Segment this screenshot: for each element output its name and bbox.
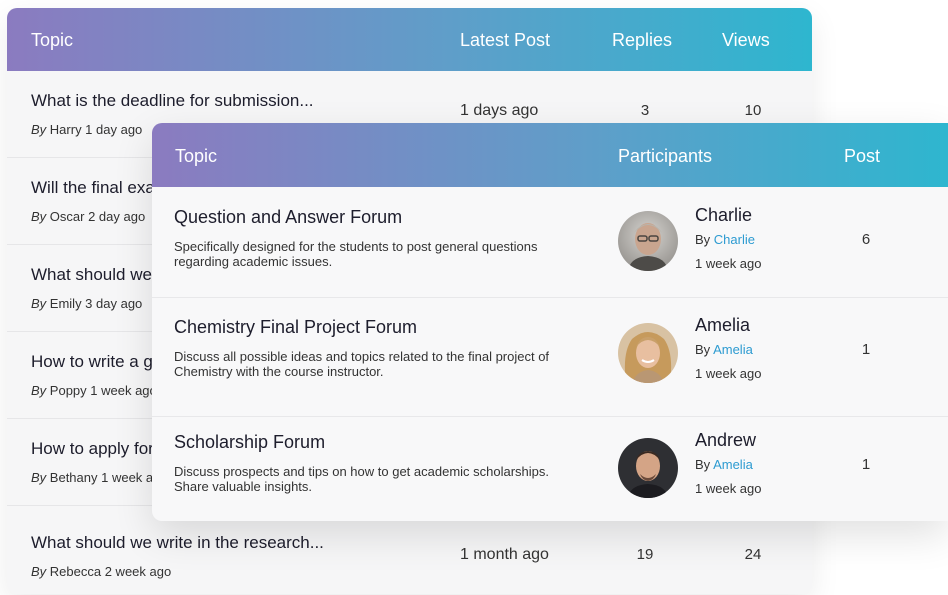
by-label: By (31, 209, 47, 224)
avatar[interactable] (618, 438, 678, 498)
column-header-views[interactable]: Views (722, 30, 770, 51)
views-count: 24 (744, 546, 762, 563)
column-header-topic[interactable]: Topic (31, 30, 73, 51)
by-label: By (695, 457, 711, 472)
participant-by: By Amelia (695, 457, 753, 472)
participant-time: 1 week ago (695, 256, 762, 271)
topic-author: By Harry 1 day ago (31, 122, 142, 137)
participant-name: Charlie (695, 205, 753, 225)
avatar[interactable] (618, 211, 678, 271)
column-header-replies[interactable]: Replies (612, 30, 672, 51)
by-label: By (695, 232, 711, 247)
column-header-post[interactable]: Post (844, 146, 880, 167)
views-count: 10 (744, 102, 762, 119)
latest-post-time: 1 month ago (460, 546, 549, 563)
participant-photo-icon (618, 211, 678, 271)
by-label: By (31, 470, 47, 485)
forum-title-link[interactable]: Chemistry Final Project Forum (174, 317, 417, 338)
forum-row[interactable]: Scholarship Forum Discuss prospects and … (152, 417, 948, 521)
by-label: By (31, 296, 47, 311)
by-label: By (31, 122, 47, 137)
author-and-time: Emily 3 day ago (49, 296, 143, 311)
avatar[interactable] (618, 323, 678, 383)
latest-post-time: 1 days ago (460, 102, 539, 119)
topic-title-link[interactable]: What should we write in the research... (31, 533, 324, 553)
forum-description: Specifically designed for the students t… (174, 239, 538, 269)
author-link[interactable]: Amelia (713, 457, 753, 472)
participant-name: Amelia (695, 315, 751, 335)
forum-description: Discuss all possible ideas and topics re… (174, 349, 550, 379)
table-row[interactable]: What should we write in the research... … (7, 513, 812, 594)
participant-photo-icon (618, 438, 678, 498)
column-header-latest-post[interactable]: Latest Post (460, 30, 550, 51)
forum-showcase: Topic Latest Post Replies Views What is … (0, 0, 948, 595)
participant-by: By Amelia (695, 342, 753, 357)
by-label: By (695, 342, 711, 357)
author-link[interactable]: Charlie (714, 232, 755, 247)
forum-title-link[interactable]: Scholarship Forum (174, 432, 325, 453)
post-count: 1 (861, 341, 871, 358)
column-header-participants[interactable]: Participants (618, 146, 712, 167)
author-and-time: Rebecca 2 week ago (49, 564, 172, 579)
replies-count: 3 (640, 102, 650, 119)
forums-header: Topic Participants Post (152, 123, 948, 187)
participant-name: Andrew (695, 430, 757, 450)
author-and-time: Bethany 1 week ago (49, 470, 168, 485)
topic-author: By Emily 3 day ago (31, 296, 142, 311)
author-and-time: Poppy 1 week ago (49, 383, 157, 398)
forum-row[interactable]: Chemistry Final Project Forum Discuss al… (152, 297, 948, 417)
post-count: 1 (861, 456, 871, 473)
forums-table: Topic Participants Post Question and Ans… (152, 123, 948, 521)
topic-title-link[interactable]: What is the deadline for submission... (31, 91, 314, 111)
forum-title-link[interactable]: Question and Answer Forum (174, 207, 402, 228)
participant-by: By Charlie (695, 232, 755, 247)
topic-author: By Rebecca 2 week ago (31, 564, 171, 579)
forum-description: Discuss prospects and tips on how to get… (174, 464, 550, 494)
column-header-topic[interactable]: Topic (175, 146, 217, 167)
forum-row[interactable]: Question and Answer Forum Specifically d… (152, 187, 948, 298)
participant-time: 1 week ago (695, 481, 762, 496)
author-and-time: Oscar 2 day ago (49, 209, 146, 224)
by-label: By (31, 383, 47, 398)
participant-photo-icon (618, 323, 678, 383)
post-count: 6 (861, 231, 871, 248)
latest-topics-header: Topic Latest Post Replies Views (7, 8, 812, 71)
replies-count: 19 (636, 546, 654, 563)
topic-author: By Bethany 1 week ago (31, 470, 168, 485)
topic-author: By Poppy 1 week ago (31, 383, 157, 398)
author-link[interactable]: Amelia (713, 342, 753, 357)
by-label: By (31, 564, 47, 579)
topic-author: By Oscar 2 day ago (31, 209, 145, 224)
participant-time: 1 week ago (695, 366, 762, 381)
author-and-time: Harry 1 day ago (49, 122, 143, 137)
